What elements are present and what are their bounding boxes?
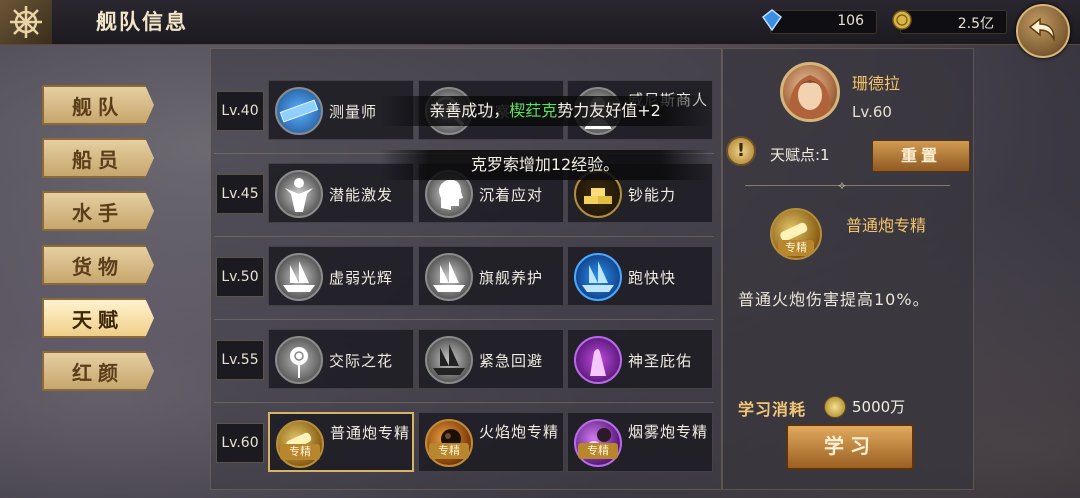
ship-icon	[425, 336, 473, 384]
toast-prefix: 亲善成功，	[429, 101, 510, 120]
tab-cargo[interactable]: 货物	[42, 245, 154, 285]
page-title: 舰队信息	[96, 10, 188, 34]
power-figure-icon	[275, 170, 323, 218]
talent-cell[interactable]: 神圣庇佑	[567, 329, 713, 389]
talent-cell-selected[interactable]: 专精 普通炮专精	[268, 412, 414, 472]
talent-cell[interactable]: 紧急回避	[418, 329, 564, 389]
fast-ship-icon	[574, 253, 622, 301]
talent-cell[interactable]: 跑快快	[567, 246, 713, 306]
row-divider	[214, 319, 714, 320]
talent-cell[interactable]: 虚弱光辉	[268, 246, 414, 306]
level-label: Lv.60	[216, 423, 264, 463]
talent-name: 沉着应对	[479, 186, 544, 204]
level-label: Lv.45	[216, 174, 264, 214]
top-bar: 舰队信息 106 2.5亿	[0, 0, 1080, 45]
mastery-badge: 专精	[778, 240, 814, 256]
gem-icon	[761, 9, 783, 31]
mastery-badge: 专精	[429, 443, 469, 459]
level-label: Lv.40	[216, 91, 264, 131]
tab-sailors[interactable]: 水手	[42, 191, 154, 231]
talent-name: 潜能激发	[329, 186, 394, 204]
talent-name: 交际之花	[329, 352, 394, 370]
cannon-icon: 专精	[770, 208, 822, 260]
talent-name: 烟雾炮专精	[628, 423, 709, 441]
exclamation-icon: !	[726, 136, 756, 166]
level-label: Lv.50	[216, 257, 264, 297]
talent-name: 紧急回避	[479, 352, 544, 370]
gem-counter: 106	[761, 9, 877, 34]
talent-points: 天赋点:1	[770, 146, 830, 164]
rose-icon	[275, 336, 323, 384]
toast-text: 克罗索增加12经验。	[470, 155, 620, 174]
divider	[745, 185, 950, 186]
praying-hands-icon	[574, 336, 622, 384]
coin-icon	[892, 10, 912, 30]
ship-icon	[275, 253, 323, 301]
row-divider	[214, 236, 714, 237]
toast-highlight: 楔荭克	[509, 101, 558, 120]
learn-button[interactable]: 学习	[786, 424, 914, 470]
coin-icon	[824, 396, 846, 418]
talent-name: 神圣庇佑	[628, 352, 693, 370]
talent-cell[interactable]: 交际之花	[268, 329, 414, 389]
row-divider	[214, 402, 714, 403]
mastery-badge: 专精	[280, 444, 320, 460]
cost-value: 5000万	[852, 398, 906, 416]
tab-fleet[interactable]: 舰队	[42, 85, 154, 125]
talent-name: 火焰炮专精	[479, 423, 560, 441]
gem-value: 106	[837, 13, 864, 29]
cost-label: 学习消耗	[738, 400, 807, 419]
toast-message: 克罗索增加12经验。	[380, 150, 710, 180]
character-name: 珊德拉	[852, 74, 901, 93]
talent-name: 普通炮专精	[330, 424, 411, 442]
ship-icon	[425, 253, 473, 301]
reset-button[interactable]: 重置	[872, 140, 970, 172]
coin-counter: 2.5亿	[892, 10, 1007, 34]
talent-name: 旗舰养护	[479, 269, 544, 287]
talent-name: 钞能力	[628, 186, 677, 204]
talent-cell[interactable]: 旗舰养护	[418, 246, 564, 306]
mastery-badge: 专精	[578, 443, 618, 459]
ornament-icon: ⟡	[838, 178, 846, 192]
avatar[interactable]	[780, 62, 840, 122]
character-level: Lv.60	[852, 103, 892, 121]
back-button[interactable]	[1016, 4, 1070, 58]
level-label: Lv.55	[216, 340, 264, 380]
talent-cell[interactable]: 专精 烟雾炮专精	[567, 412, 713, 472]
ruler-icon	[275, 87, 323, 135]
helm-icon	[0, 0, 52, 44]
talent-cell[interactable]: 专精 火焰炮专精	[418, 412, 564, 472]
toast-suffix: 势力友好值+2	[557, 101, 661, 120]
tab-beauty[interactable]: 红颜	[42, 351, 154, 391]
coin-value: 2.5亿	[957, 16, 994, 32]
talent-name: 跑快快	[628, 269, 677, 287]
toast-message: 亲善成功，楔荭克势力友好值+2	[380, 96, 710, 126]
talent-name: 测量师	[329, 103, 378, 121]
talent-name: 虚弱光辉	[329, 269, 394, 287]
tab-crew[interactable]: 船员	[42, 138, 154, 178]
selected-talent-name: 普通炮专精	[846, 216, 927, 235]
back-arrow-icon	[1028, 17, 1055, 41]
talent-description: 普通火炮伤害提高10%。	[738, 290, 930, 309]
tab-talent[interactable]: 天赋	[42, 298, 154, 338]
